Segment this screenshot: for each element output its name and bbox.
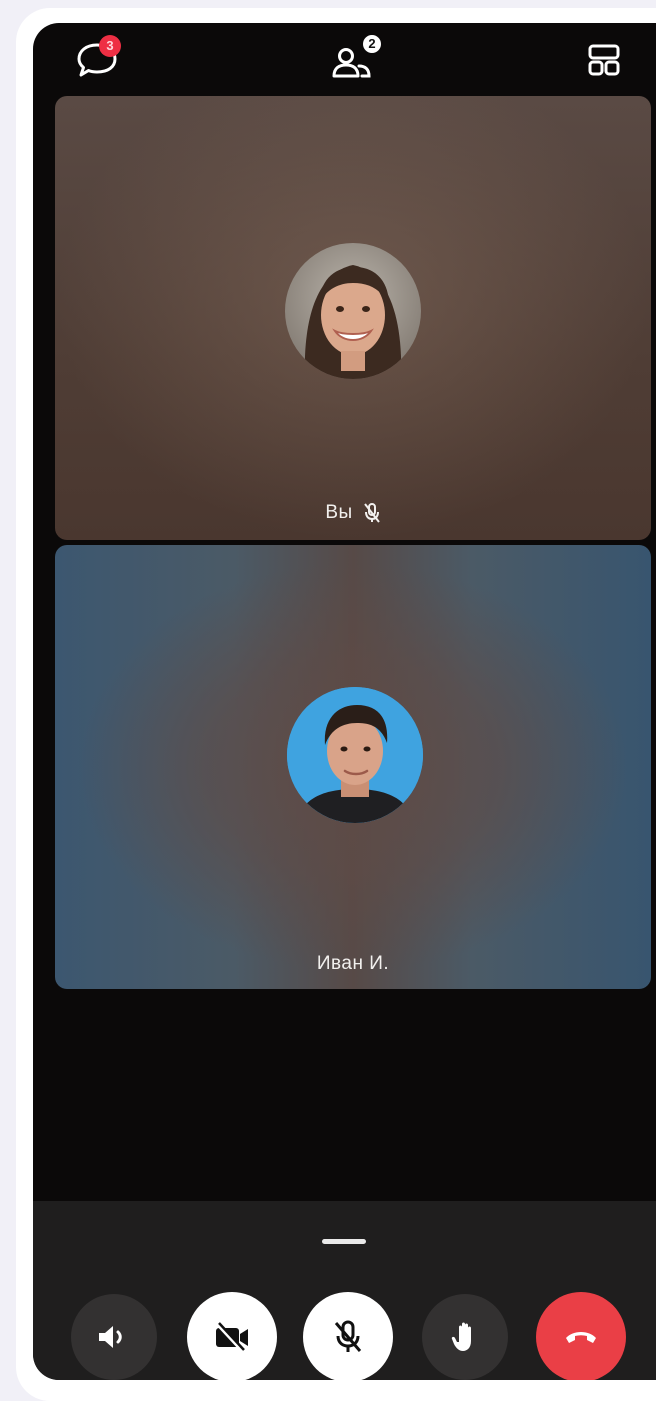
man-avatar-photo bbox=[287, 687, 423, 823]
mic-muted-icon bbox=[363, 503, 380, 523]
participant-video-tile[interactable]: Иван И. bbox=[55, 545, 651, 989]
phone-hangup-icon bbox=[566, 1332, 596, 1343]
self-video-tile[interactable]: Вы bbox=[55, 96, 651, 540]
participant-name-label: Иван И. bbox=[316, 953, 390, 974]
self-name-label: Вы bbox=[55, 502, 651, 524]
raise-hand-button[interactable] bbox=[422, 1294, 508, 1380]
top-bar: 3 2 bbox=[33, 23, 656, 93]
participants-button[interactable]: 2 bbox=[325, 33, 387, 85]
camera-off-icon bbox=[215, 1322, 248, 1353]
participant-avatar bbox=[287, 687, 423, 823]
end-call-button[interactable] bbox=[536, 1292, 626, 1380]
microphone-toggle-button[interactable] bbox=[303, 1292, 393, 1380]
participants-count-badge: 2 bbox=[361, 33, 383, 55]
speaker-button[interactable] bbox=[71, 1294, 157, 1380]
camera-toggle-button[interactable] bbox=[187, 1292, 277, 1380]
woman-avatar-photo bbox=[285, 243, 421, 379]
unread-badge: 3 bbox=[99, 35, 121, 57]
self-avatar bbox=[285, 243, 421, 379]
panel-drag-handle[interactable] bbox=[322, 1239, 366, 1244]
chat-button[interactable]: 3 bbox=[69, 35, 125, 85]
grid-layout-icon bbox=[588, 44, 620, 76]
self-name: Вы bbox=[325, 502, 353, 523]
mic-off-icon bbox=[334, 1320, 362, 1352]
speaker-icon bbox=[99, 1326, 122, 1348]
hand-icon bbox=[451, 1322, 471, 1351]
layout-toggle-button[interactable] bbox=[581, 37, 627, 83]
call-screen: 3 2 Вы Иван И. bbox=[33, 23, 656, 1380]
call-controls-panel bbox=[33, 1201, 656, 1380]
